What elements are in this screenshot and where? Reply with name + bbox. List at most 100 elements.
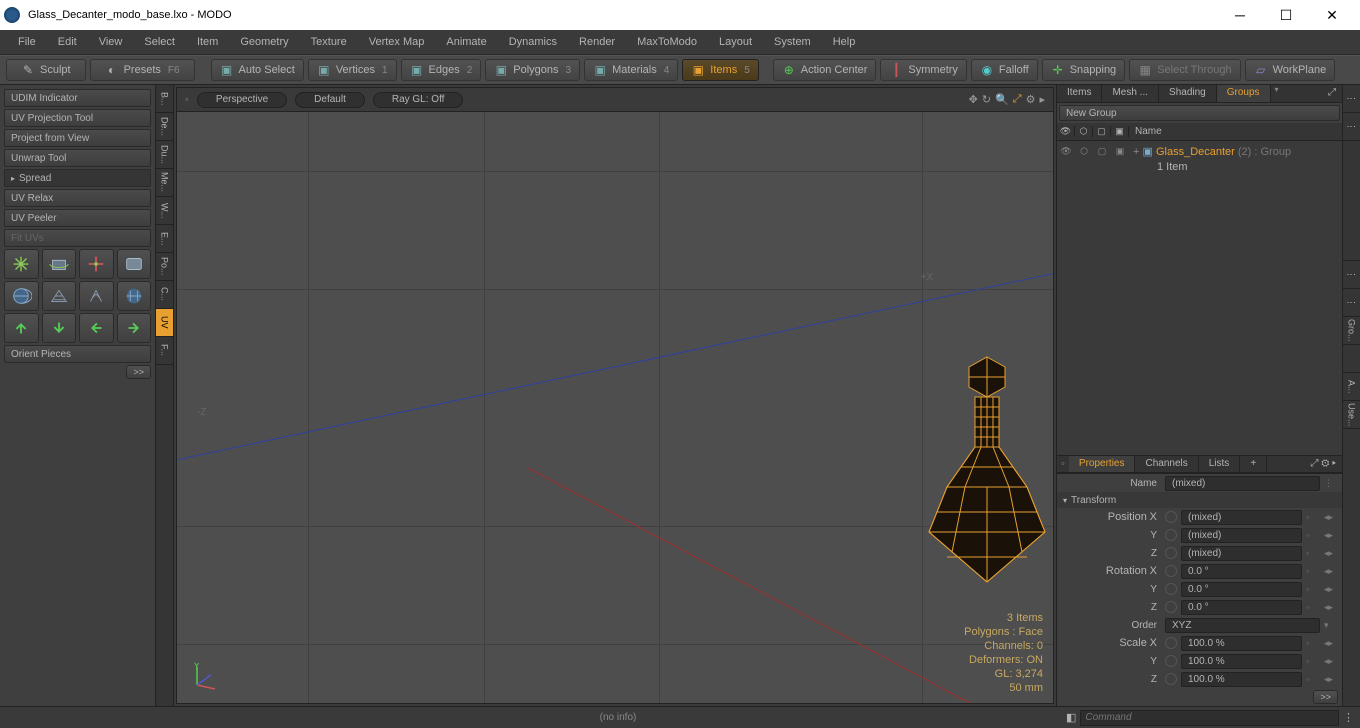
sculpt-button[interactable]: ✎Sculpt — [6, 59, 86, 81]
pos-y-field[interactable]: (mixed) — [1181, 528, 1302, 543]
tab-channels[interactable]: Channels — [1135, 456, 1198, 472]
menu-icon[interactable]: ⋮ — [1324, 478, 1338, 489]
expand-icon[interactable]: ⤢ — [1013, 93, 1022, 106]
rot-x-field[interactable]: 0.0 ° — [1181, 564, 1302, 579]
col-icon[interactable]: ⬡ — [1075, 126, 1093, 137]
left-tab-uv[interactable]: UV — [156, 309, 173, 337]
menu-maxtomodo[interactable]: MaxToModo — [627, 33, 707, 51]
keyframe-dot[interactable] — [1165, 637, 1177, 649]
right-tab[interactable]: Use... — [1343, 401, 1360, 429]
collapse-button[interactable]: >> — [1313, 690, 1338, 704]
view-mode-pill[interactable]: Perspective — [197, 92, 287, 108]
tool-icon[interactable] — [42, 281, 77, 311]
tab-items[interactable]: Items — [1057, 85, 1102, 102]
spread-section[interactable]: Spread — [4, 169, 151, 187]
move-icon[interactable]: ✥ — [969, 93, 978, 106]
left-tab[interactable]: De... — [156, 113, 173, 141]
tool-icon[interactable] — [117, 249, 152, 279]
menu-file[interactable]: File — [8, 33, 46, 51]
play-icon[interactable]: ▸ — [1039, 93, 1045, 106]
tab-properties[interactable]: Properties — [1069, 456, 1136, 472]
menu-texture[interactable]: Texture — [301, 33, 357, 51]
keyframe-dot[interactable] — [1165, 583, 1177, 595]
action-center-button[interactable]: ⊕Action Center — [773, 59, 877, 81]
left-tab[interactable]: Po... — [156, 253, 173, 281]
udim-indicator-button[interactable]: UDIM Indicator — [4, 89, 151, 107]
right-tab[interactable]: ⋮ — [1343, 113, 1360, 141]
tab-lists[interactable]: Lists — [1199, 456, 1241, 472]
menu-select[interactable]: Select — [134, 33, 185, 51]
arrow-down-icon[interactable] — [42, 313, 77, 343]
name-field[interactable]: (mixed) — [1165, 476, 1320, 491]
order-field[interactable]: XYZ — [1165, 618, 1320, 633]
left-tab[interactable]: C... — [156, 281, 173, 309]
menu-system[interactable]: System — [764, 33, 821, 51]
arrow-right-icon[interactable] — [117, 313, 152, 343]
tree-body[interactable]: 👁⬡▢▣ + ▣ Glass_Decanter (2) : Group 1 It… — [1057, 141, 1342, 455]
expand-icon[interactable]: ⤢ ⚙ ▸ — [1304, 456, 1342, 472]
close-button[interactable]: ✕ — [1318, 5, 1346, 25]
tree-row[interactable]: 👁⬡▢▣ + ▣ Glass_Decanter (2) : Group — [1057, 143, 1342, 159]
left-tab[interactable]: F... — [156, 337, 173, 365]
col-icon[interactable]: ▣ — [1111, 126, 1129, 137]
falloff-button[interactable]: ◉Falloff — [971, 59, 1038, 81]
axis-gizmo[interactable]: Y — [189, 663, 219, 693]
presets-button[interactable]: ◐PresetsF6 — [90, 59, 195, 81]
menu-item[interactable]: Item — [187, 33, 228, 51]
right-tab[interactable]: ⋮ — [1343, 289, 1360, 317]
menu-layout[interactable]: Layout — [709, 33, 762, 51]
pos-z-field[interactable]: (mixed) — [1181, 546, 1302, 561]
left-tab[interactable]: B... — [156, 85, 173, 113]
tool-icon[interactable] — [117, 281, 152, 311]
scale-z-field[interactable]: 100.0 % — [1181, 672, 1302, 687]
keyframe-dot[interactable] — [1165, 673, 1177, 685]
new-group-button[interactable]: New Group — [1059, 105, 1340, 121]
minimize-button[interactable]: ─ — [1226, 5, 1254, 25]
uv-relax-button[interactable]: UV Relax — [4, 189, 151, 207]
arrow-left-icon[interactable] — [79, 313, 114, 343]
right-tab[interactable]: ⋮ — [1343, 261, 1360, 289]
mode-materials[interactable]: ▣Materials4 — [584, 59, 678, 81]
menu-view[interactable]: View — [89, 33, 133, 51]
keyframe-dot[interactable] — [1165, 529, 1177, 541]
menu-animate[interactable]: Animate — [436, 33, 496, 51]
left-tab[interactable]: Du... — [156, 141, 173, 169]
shading-pill[interactable]: Default — [295, 92, 365, 108]
right-tab[interactable]: ⋮ — [1343, 85, 1360, 113]
project-from-view-button[interactable]: Project from View — [4, 129, 151, 147]
menu-icon[interactable]: ⋮ — [1343, 711, 1354, 724]
menu-vertex-map[interactable]: Vertex Map — [359, 33, 435, 51]
tool-icon[interactable] — [79, 249, 114, 279]
keyframe-dot[interactable] — [1165, 601, 1177, 613]
eye-icon[interactable]: 👁 — [1057, 126, 1075, 137]
command-input[interactable] — [1080, 710, 1339, 726]
transform-section[interactable]: Transform — [1057, 492, 1342, 508]
maximize-button[interactable]: ☐ — [1272, 5, 1300, 25]
keyframe-dot[interactable] — [1165, 655, 1177, 667]
keyframe-dot[interactable] — [1165, 511, 1177, 523]
viewport[interactable]: ◦ Perspective Default Ray GL: Off ✥ ↻ 🔍 … — [176, 87, 1054, 704]
zoom-icon[interactable]: 🔍 — [995, 93, 1009, 106]
mode-polygons[interactable]: ▣Polygons3 — [485, 59, 580, 81]
snapping-button[interactable]: ✛Snapping — [1042, 59, 1126, 81]
right-tab[interactable]: Gro... — [1343, 317, 1360, 345]
viewport-3d[interactable]: +X -Z — [177, 112, 1053, 703]
collapse-button[interactable]: >> — [126, 365, 151, 379]
menu-geometry[interactable]: Geometry — [230, 33, 298, 51]
select-through-button[interactable]: ▦Select Through — [1129, 59, 1240, 81]
rot-z-field[interactable]: 0.0 ° — [1181, 600, 1302, 615]
right-tab[interactable] — [1343, 345, 1360, 373]
workplane-button[interactable]: ▱WorkPlane — [1245, 59, 1336, 81]
keyframe-dot[interactable] — [1165, 565, 1177, 577]
uv-projection-button[interactable]: UV Projection Tool — [4, 109, 151, 127]
tool-icon[interactable] — [42, 249, 77, 279]
tool-icon[interactable] — [79, 281, 114, 311]
expand-icon[interactable]: ⤢ — [1322, 85, 1342, 102]
orient-pieces-button[interactable]: Orient Pieces — [4, 345, 151, 363]
menu-dynamics[interactable]: Dynamics — [499, 33, 567, 51]
rot-y-field[interactable]: 0.0 ° — [1181, 582, 1302, 597]
left-tab[interactable]: E... — [156, 225, 173, 253]
viewport-options-icon[interactable]: ◦ — [185, 94, 189, 106]
menu-render[interactable]: Render — [569, 33, 625, 51]
raygl-pill[interactable]: Ray GL: Off — [373, 92, 464, 108]
